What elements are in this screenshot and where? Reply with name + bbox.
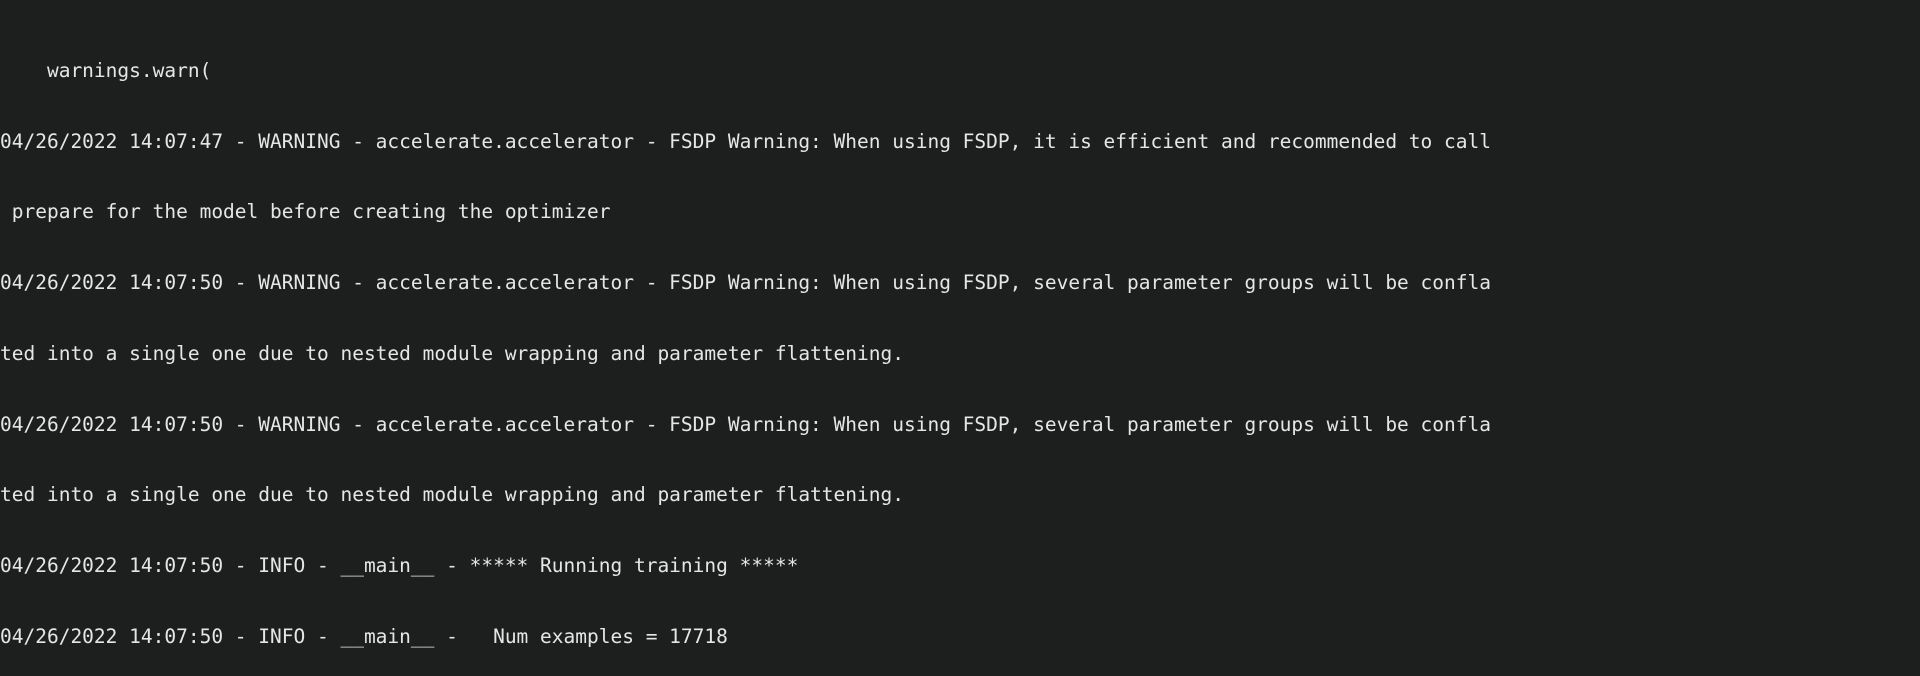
log-line: 04/26/2022 14:07:50 - INFO - __main__ - …: [0, 625, 728, 649]
log-line: prepare for the model before creating th…: [0, 200, 611, 224]
log-line: 04/26/2022 14:07:50 - WARNING - accelera…: [0, 412, 1491, 436]
terminal-window[interactable]: warnings.warn( 04/26/2022 14:07:47 - WAR…: [0, 0, 1920, 676]
log-line: ted into a single one due to nested modu…: [0, 483, 904, 507]
log-line: warnings.warn(: [0, 58, 212, 82]
log-line: ted into a single one due to nested modu…: [0, 341, 904, 365]
log-line: 04/26/2022 14:07:50 - INFO - __main__ - …: [0, 554, 799, 578]
terminal-screen-buffer: warnings.warn( 04/26/2022 14:07:47 - WAR…: [0, 0, 1920, 676]
log-line: 04/26/2022 14:07:47 - WARNING - accelera…: [0, 129, 1491, 153]
log-line: 04/26/2022 14:07:50 - WARNING - accelera…: [0, 271, 1491, 295]
